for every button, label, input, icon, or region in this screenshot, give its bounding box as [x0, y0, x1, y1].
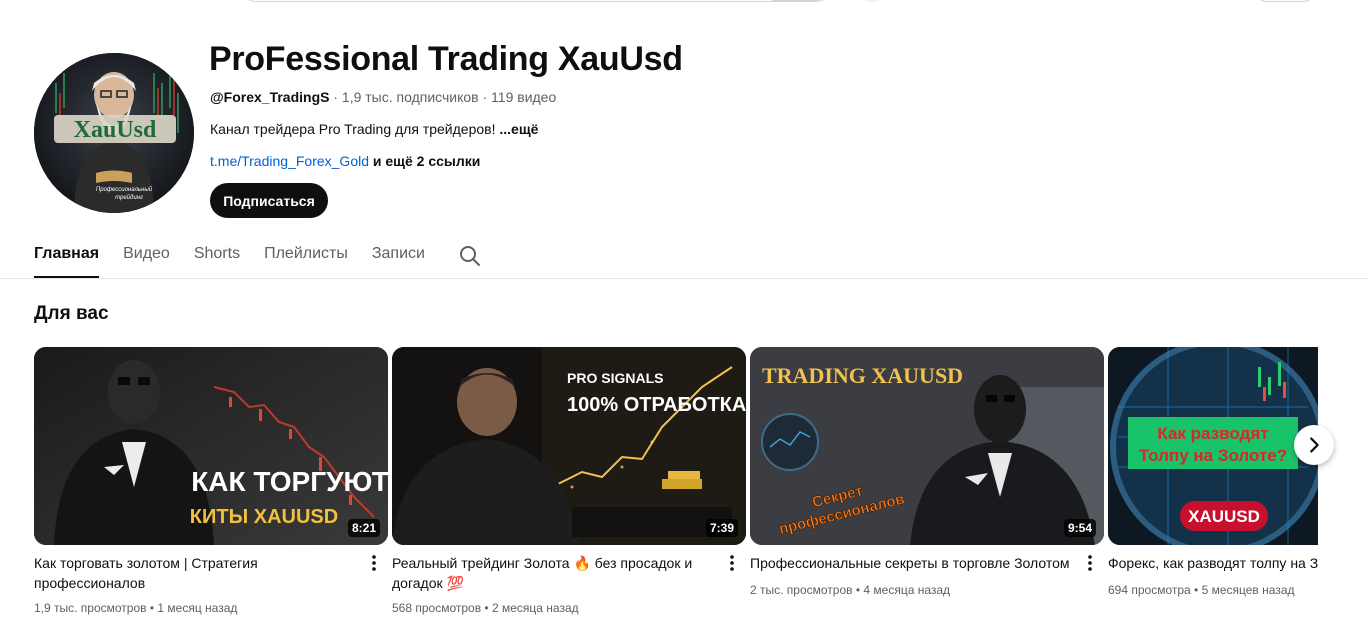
video-views: 2 тыс. просмотров: [750, 583, 853, 597]
svg-text:Как разводят: Как разводят: [1157, 424, 1268, 443]
video-meta: 1,9 тыс. просмотров • 1 месяц назад: [34, 601, 237, 615]
video-title[interactable]: Профессиональные секреты в торговле Золо…: [750, 553, 1090, 573]
carousel-next-button[interactable]: [1294, 425, 1334, 465]
video-thumbnail[interactable]: Как разводят Толпу на Золоте? XAUUSD: [1108, 347, 1318, 545]
more-vert-icon[interactable]: [726, 553, 738, 573]
svg-text:100% ОТРАБОТКА: 100% ОТРАБОТКА: [567, 394, 746, 416]
svg-text:XAUUSD: XAUUSD: [1188, 507, 1260, 526]
video-views: 568 просмотров: [392, 601, 482, 615]
search-button[interactable]: [772, 0, 834, 1]
video-title[interactable]: Как торговать золотом | Стратегия профес…: [34, 553, 356, 593]
svg-text:КИТЫ XAUUSD: КИТЫ XAUUSD: [190, 506, 338, 528]
section-title: Для вас: [34, 303, 109, 324]
video-views: 1,9 тыс. просмотров: [34, 601, 147, 615]
video-duration: 7:39: [705, 519, 738, 537]
video-card[interactable]: PRO SIGNALS 100% ОТРАБОТКА 7:39 Реальный…: [392, 347, 746, 615]
description-text: Канал трейдера Pro Trading для трейдеров…: [210, 121, 500, 137]
channel-stats: · 1,9 тыс. подписчиков · 119 видео: [329, 89, 557, 105]
channel-links: t.me/Trading_Forex_Gold и ещё 2 ссылки: [210, 153, 480, 169]
search-icon[interactable]: [458, 244, 482, 268]
more-vert-icon[interactable]: [368, 553, 380, 573]
meta-separator: •: [852, 583, 864, 597]
svg-text:трейдинг: трейдинг: [115, 194, 143, 201]
video-meta: 568 просмотров • 2 месяца назад: [392, 601, 579, 615]
channel-title: ProFessional Trading XauUsd: [209, 40, 683, 78]
video-views: 694 просмотра: [1108, 583, 1191, 597]
video-age: 5 месяцев назад: [1201, 583, 1295, 597]
more-vert-icon[interactable]: [1084, 553, 1096, 573]
video-thumbnail[interactable]: PRO SIGNALS 100% ОТРАБОТКА 7:39: [392, 347, 746, 545]
svg-text:PRO SIGNALS: PRO SIGNALS: [567, 370, 663, 386]
tab-videos[interactable]: Видео: [123, 236, 170, 278]
svg-text:XauUsd: XauUsd: [74, 117, 157, 143]
video-age: 2 месяца назад: [491, 601, 579, 615]
tab-playlists[interactable]: Плейлисты: [264, 236, 348, 278]
video-card[interactable]: Как разводят Толпу на Золоте? XAUUSD Фор…: [1108, 347, 1318, 627]
description-more-link[interactable]: ...ещё: [499, 121, 538, 137]
channel-tabs: Главная Видео Shorts Плейлисты Записи: [34, 236, 449, 278]
telegram-link[interactable]: t.me/Trading_Forex_Gold: [210, 153, 369, 169]
search-box[interactable]: [237, 0, 835, 2]
sign-in-button[interactable]: [1255, 0, 1315, 2]
video-card[interactable]: КАК ТОРГУЮТ КИТЫ XAUUSD 8:21 Как торгова…: [34, 347, 388, 615]
subscribe-button[interactable]: Подписаться: [210, 183, 328, 218]
channel-description[interactable]: Канал трейдера Pro Trading для трейдеров…: [210, 121, 538, 137]
svg-text:КАК ТОРГУЮТ: КАК ТОРГУЮТ: [191, 466, 388, 497]
chevron-right-icon: [1310, 437, 1319, 453]
svg-text:Профессиональный: Профессиональный: [96, 186, 153, 193]
video-duration: 8:21: [347, 519, 380, 537]
meta-separator: •: [146, 601, 158, 615]
svg-text:TRADING XAUUSD: TRADING XAUUSD: [762, 363, 963, 388]
channel-meta: @Forex_TradingS · 1,9 тыс. подписчиков ·…: [210, 89, 556, 105]
video-meta: 694 просмотра • 5 месяцев назад: [1108, 583, 1295, 597]
video-thumbnail[interactable]: TRADING XAUUSD Секрет профессионалов 9:5…: [750, 347, 1104, 545]
meta-separator: •: [1190, 583, 1202, 597]
video-title[interactable]: Реальный трейдинг Золота 🔥 без просадок …: [392, 553, 714, 593]
svg-text:Толпу на Золоте?: Толпу на Золоте?: [1139, 446, 1287, 465]
video-age: 1 месяц назад: [157, 601, 238, 615]
tab-posts[interactable]: Записи: [372, 236, 425, 278]
video-title[interactable]: Форекс, как разводят толпу на Золоте: [1108, 553, 1318, 573]
channel-handle: @Forex_TradingS: [210, 89, 330, 105]
video-age: 4 месяца назад: [863, 583, 951, 597]
tab-home[interactable]: Главная: [34, 236, 100, 278]
avatar-image: XauUsd Профессиональный трейдинг: [34, 53, 194, 213]
tab-shorts[interactable]: Shorts: [194, 236, 240, 278]
video-thumbnail[interactable]: КАК ТОРГУЮТ КИТЫ XAUUSD 8:21: [34, 347, 388, 545]
voice-search-button[interactable]: [856, 0, 888, 2]
video-card[interactable]: TRADING XAUUSD Секрет профессионалов 9:5…: [750, 347, 1104, 597]
meta-separator: •: [481, 601, 492, 615]
more-links-button[interactable]: и ещё 2 ссылки: [369, 153, 481, 169]
video-duration: 9:54: [1063, 519, 1096, 537]
tabs-divider: [0, 278, 1368, 279]
video-meta: 2 тыс. просмотров • 4 месяца назад: [750, 583, 950, 597]
channel-avatar[interactable]: XauUsd Профессиональный трейдинг: [34, 53, 194, 213]
